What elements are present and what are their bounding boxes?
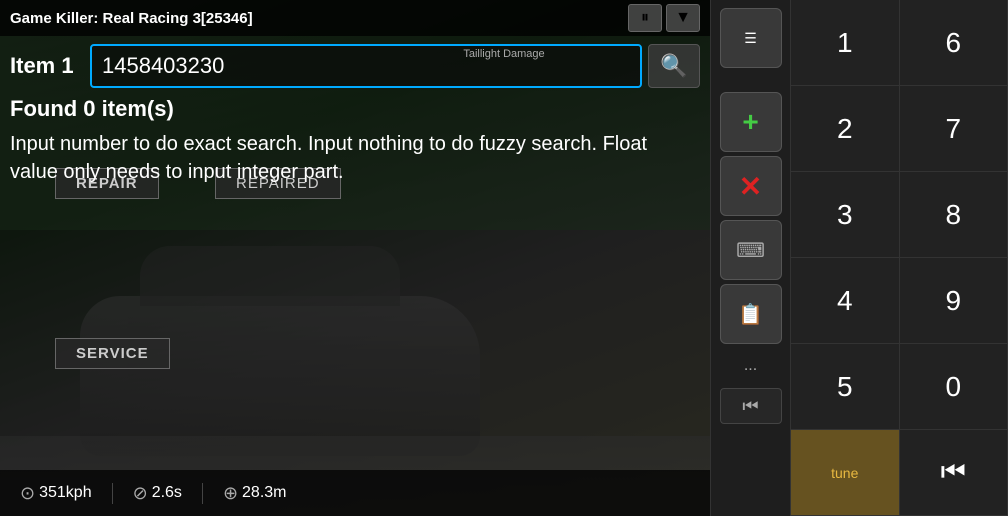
distance-stat: ⊕ 28.3m [203, 483, 307, 504]
search-icon: 🔍 [660, 53, 687, 79]
menu-button[interactable]: ▼ [666, 4, 700, 32]
numpad-4[interactable]: 4 [791, 258, 900, 344]
speed-icon: ⊙ [20, 483, 35, 504]
keyboard-icon: ⌨ [736, 238, 765, 263]
back-button[interactable]: ⏮ [720, 388, 782, 424]
time-icon: ⊘ [133, 483, 148, 504]
control-column: ☰ + ✕ ⌨ 📋 ... ⏮ [710, 0, 790, 516]
plus-icon: + [742, 106, 758, 138]
numpad-6[interactable]: 6 [900, 0, 1008, 86]
speed-stat: ⊙ 351kph [0, 483, 113, 504]
pause-icon: ⏸ [641, 9, 649, 27]
numpad-9[interactable]: 9 [900, 258, 1008, 344]
distance-icon: ⊕ [223, 483, 238, 504]
help-text: Input number to do exact search. Input n… [10, 130, 700, 186]
speed-value: 351kph [39, 484, 92, 502]
numpad-1[interactable]: 1 [791, 0, 900, 86]
numpad-8[interactable]: 8 [900, 172, 1008, 258]
keyboard-button[interactable]: ⌨ [720, 220, 782, 280]
numpad-3[interactable]: 3 [791, 172, 900, 258]
list-button[interactable]: ☰ [720, 8, 782, 68]
distance-value: 28.3m [242, 484, 286, 502]
item-label: Item 1 [10, 53, 80, 79]
right-panel: ☰ + ✕ ⌨ 📋 ... ⏮ 1 6 2 7 3 8 4 9 5 0 tune [710, 0, 1008, 516]
numpad-backspace[interactable]: ⏮ [900, 430, 1008, 516]
search-input-wrapper: Taillight Damage [90, 44, 642, 88]
list-icon: ☰ [744, 30, 757, 47]
numpad-tune[interactable]: tune [791, 430, 900, 516]
numpad-5[interactable]: 5 [791, 344, 900, 430]
numpad-0[interactable]: 0 [900, 344, 1008, 430]
back-icon: ⏮ [742, 396, 758, 417]
time-stat: ⊘ 2.6s [113, 483, 203, 504]
time-value: 2.6s [152, 484, 182, 502]
numpad: 1 6 2 7 3 8 4 9 5 0 tune ⏮ [790, 0, 1008, 516]
files-icon: 📋 [738, 302, 763, 327]
delete-button[interactable]: ✕ [720, 156, 782, 216]
add-button[interactable]: + [720, 92, 782, 152]
pause-button[interactable]: ⏸ [628, 4, 662, 32]
found-results: Found 0 item(s) [10, 96, 700, 122]
search-row: Item 1 Taillight Damage 🔍 [10, 44, 700, 88]
cross-icon: ✕ [739, 170, 762, 203]
files-button[interactable]: 📋 [720, 284, 782, 344]
dots-label: ... [744, 357, 757, 375]
main-panel: Item 1 Taillight Damage 🔍 Found 0 item(s… [0, 36, 710, 194]
menu-icon: ▼ [675, 9, 691, 27]
service-label: SERVICE [55, 338, 170, 369]
title-bar: Game Killer: Real Racing 3[25346] ⏸ ▼ [0, 0, 710, 36]
numpad-2[interactable]: 2 [791, 86, 900, 172]
search-button[interactable]: 🔍 [648, 44, 700, 88]
app-title: Game Killer: Real Racing 3[25346] [10, 10, 628, 27]
search-hint: Taillight Damage [366, 48, 642, 60]
more-options-button[interactable]: ... [720, 348, 782, 384]
numpad-7[interactable]: 7 [900, 86, 1008, 172]
bottom-stats-bar: ⊙ 351kph ⊘ 2.6s ⊕ 28.3m [0, 470, 710, 516]
